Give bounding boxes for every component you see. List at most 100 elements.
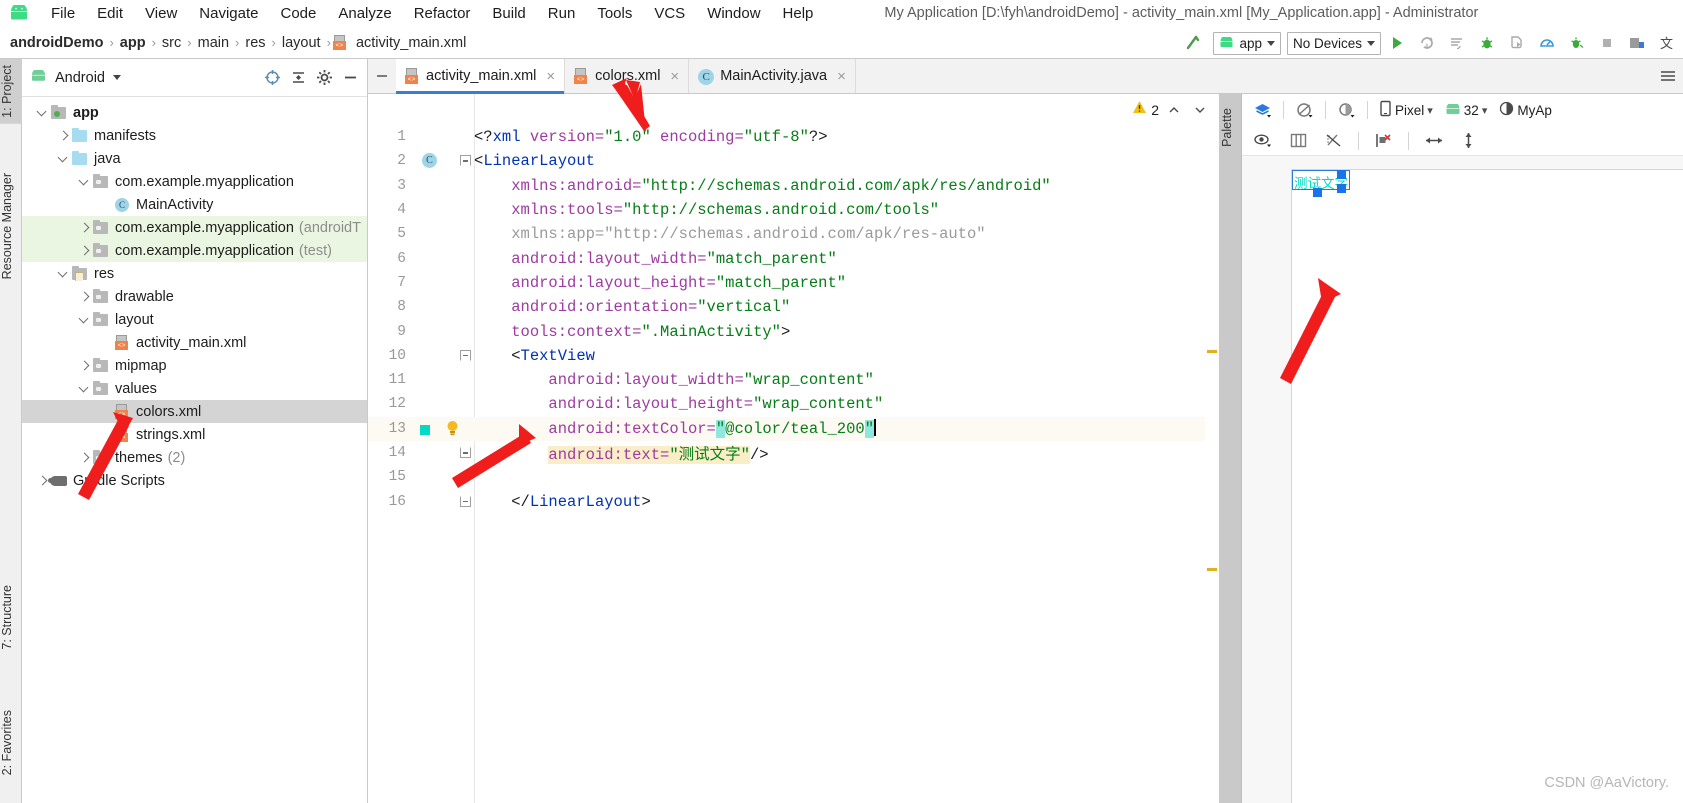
fold-marker-icon[interactable] [460,447,471,458]
line-gutter[interactable] [414,125,474,149]
palette-tab[interactable]: Palette [1220,108,1242,147]
collapse-editor-button[interactable] [368,59,396,93]
tree-node-mipmap[interactable]: mipmap [22,354,367,377]
tree-node-manifests[interactable]: manifests [22,124,367,147]
close-icon[interactable]: × [546,69,555,84]
code-line[interactable]: 3 xmlns:android="http://schemas.android.… [368,174,1219,198]
eye-icon[interactable] [1248,128,1278,154]
line-gutter[interactable] [414,344,474,368]
stop-button[interactable] [1593,30,1621,56]
translate-icon[interactable]: 文 [1653,30,1681,56]
menu-item-run[interactable]: Run [537,3,587,24]
line-gutter[interactable] [414,392,474,416]
guides-off-icon[interactable] [1319,128,1348,154]
hide-panel-icon[interactable] [342,69,359,86]
code-text-area[interactable]: 1 <?xml version="1.0" encoding="utf-8"?> 2… [368,125,1219,514]
sidebar-tab-resource-manager[interactable]: Resource Manager [0,167,22,285]
tree-expand-chevron-icon[interactable] [76,450,92,466]
tree-node-activity-main-xml[interactable]: <> activity_main.xml [22,331,367,354]
app-theme-selector[interactable]: MyAp [1494,97,1557,123]
menu-item-build[interactable]: Build [481,3,536,24]
menu-item-file[interactable]: File [40,3,86,24]
editor-tab-activity-main-xml[interactable]: <> activity_main.xml × [396,59,566,94]
code-line[interactable]: 14 android:text="测试文字"/> [368,441,1219,465]
code-line[interactable]: 2 C <LinearLayout [368,149,1219,173]
editor-marker-gutter[interactable] [1205,125,1219,803]
tree-node-layout[interactable]: layout [22,308,367,331]
columns-icon[interactable] [1284,128,1313,154]
tree-node-colors-xml[interactable]: <> colors.xml [22,400,367,423]
resize-handle[interactable] [1337,170,1346,179]
project-view-selector-label[interactable]: Android [55,70,105,86]
line-gutter[interactable] [414,222,474,246]
tree-expand-chevron-icon[interactable] [55,128,71,144]
code-line[interactable]: 1 <?xml version="1.0" encoding="utf-8"?> [368,125,1219,149]
design-mode-button[interactable] [1248,97,1277,123]
apply-changes-button[interactable] [1443,30,1471,56]
line-gutter[interactable] [414,465,474,489]
design-canvas[interactable]: 测试文字 [1242,156,1683,803]
tree-expand-chevron-icon[interactable] [76,381,92,397]
resize-handle[interactable] [1337,184,1346,193]
tree-node-com-example-myapplication[interactable]: com.example.myapplication (androidT [22,216,367,239]
resize-handle[interactable] [1313,188,1322,197]
breadcrumb-item-androiddemo[interactable]: androidDemo [6,35,107,51]
breadcrumb-item-activity-main-xml[interactable]: activity_main.xml [352,35,470,51]
line-gutter[interactable] [414,295,474,319]
theme-button[interactable] [1332,97,1361,123]
code-line[interactable]: 6 android:layout_width="match_parent" [368,246,1219,270]
line-gutter[interactable] [414,198,474,222]
code-line[interactable]: 11 android:layout_width="wrap_content" [368,368,1219,392]
next-problem-button[interactable] [1189,99,1211,121]
menu-item-navigate[interactable]: Navigate [188,3,269,24]
tree-expand-chevron-icon[interactable] [76,243,92,259]
tree-expand-chevron-icon[interactable] [76,312,92,328]
menu-item-code[interactable]: Code [269,3,327,24]
sidebar-tab-favorites[interactable]: 2: Favorites [0,704,22,781]
java-class-gutter-icon[interactable]: C [422,153,437,169]
editor-tab-mainactivity-java[interactable]: C MainActivity.java × [689,59,856,93]
code-line[interactable]: 16 </LinearLayout> [368,489,1219,513]
tree-node-gradle-scripts[interactable]: Gradle Scripts [22,469,367,492]
menu-item-help[interactable]: Help [772,3,825,24]
attach-debug-button[interactable] [1503,30,1531,56]
code-line[interactable]: 9 tools:context=".MainActivity"> [368,319,1219,343]
avd-manager-button[interactable] [1623,30,1651,56]
code-line[interactable]: 4 xmlns:tools="http://schemas.android.co… [368,198,1219,222]
breadcrumb-item-app[interactable]: app [116,35,150,51]
tree-node-mainactivity[interactable]: C MainActivity [22,193,367,216]
editor-tab-colors-xml[interactable]: <> colors.xml × [565,59,690,93]
line-gutter[interactable] [414,320,474,344]
gear-icon[interactable] [316,69,333,86]
menu-item-view[interactable]: View [134,3,188,24]
fold-marker-icon[interactable] [460,349,471,361]
hammer-icon[interactable] [1179,30,1207,56]
tree-expand-chevron-icon[interactable] [34,105,50,121]
tree-expand-chevron-icon[interactable] [76,220,92,236]
color-preview-chip[interactable] [420,424,430,435]
tree-expand-chevron-icon[interactable] [76,174,92,190]
tree-node-res[interactable]: res [22,262,367,285]
menu-item-edit[interactable]: Edit [86,3,134,24]
collapse-all-icon[interactable] [290,69,307,86]
rerun-button[interactable]: A [1413,30,1441,56]
code-line[interactable]: 15 [368,465,1219,489]
device-selector[interactable]: Pixel ▾ [1374,97,1438,123]
module-selector[interactable]: app [1213,31,1281,55]
line-gutter[interactable] [414,271,474,295]
breadcrumb-item-main[interactable]: main [194,35,233,51]
close-icon[interactable]: × [670,69,679,84]
tree-node-com-example-myapplication[interactable]: com.example.myapplication (test) [22,239,367,262]
coverage-button[interactable] [1563,30,1591,56]
code-line[interactable]: 10 <TextView [368,344,1219,368]
code-line[interactable]: 12 android:layout_height="wrap_content" [368,392,1219,416]
device-preview-frame[interactable]: 测试文字 [1291,169,1683,803]
line-gutter[interactable] [414,368,474,392]
line-gutter[interactable] [414,247,474,271]
code-line[interactable]: 7 android:layout_height="match_parent" [368,271,1219,295]
tree-node-app[interactable]: app [22,101,367,124]
breadcrumb-item-src[interactable]: src [158,35,185,51]
breadcrumb-item-res[interactable]: res [241,35,269,51]
line-gutter[interactable] [414,174,474,198]
prev-problem-button[interactable] [1163,99,1185,121]
